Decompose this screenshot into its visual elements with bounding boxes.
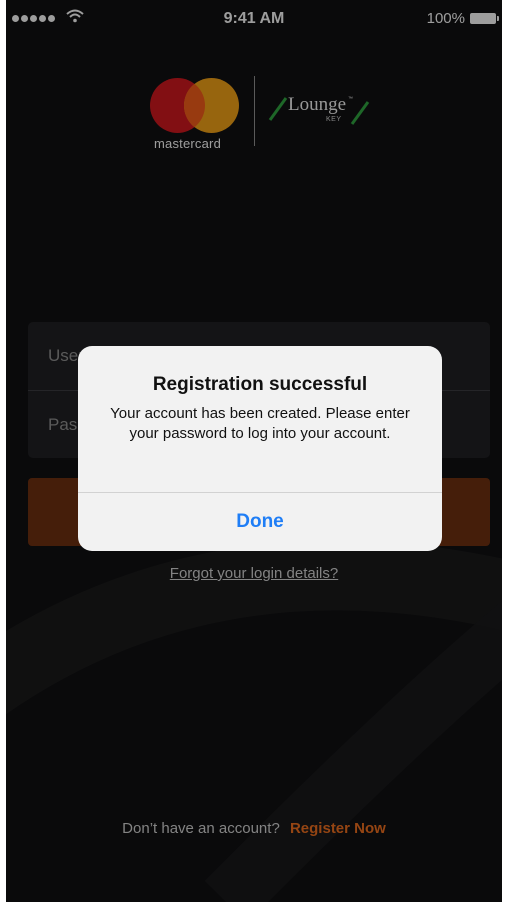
logo-divider — [254, 76, 255, 146]
battery-icon — [470, 13, 499, 24]
mastercard-logo: mastercard — [146, 76, 246, 152]
alert-message: Your account has been created. Please en… — [110, 405, 410, 442]
registration-alert-dialog: Registration successful Your account has… — [78, 346, 442, 551]
status-bar: 9:41 AM 100% — [6, 0, 502, 40]
register-question: Don’t have an account? — [122, 820, 280, 837]
done-button[interactable]: Done — [78, 493, 442, 551]
brand-logos: mastercard Lounge ™ KEY — [146, 76, 376, 152]
lounge-key-label: KEY — [326, 116, 342, 123]
forgot-login-link[interactable]: Forgot your login details? — [6, 565, 502, 582]
battery-percent: 100% — [426, 10, 465, 27]
loungekey-logo: Lounge ™ KEY — [264, 86, 376, 136]
register-now-link[interactable]: Register Now — [290, 820, 386, 837]
lounge-wordmark: Lounge — [288, 94, 347, 115]
alert-title: Registration successful — [152, 374, 368, 395]
lounge-trademark: ™ — [348, 96, 353, 102]
app-screen: 9:41 AM 100% mastercard Lounge ™ KEY Use… — [6, 0, 502, 902]
mastercard-wordmark: mastercard — [154, 136, 222, 151]
register-prompt: Don’t have an account? Register Now — [6, 820, 502, 837]
battery-indicator: 100% — [426, 10, 499, 27]
